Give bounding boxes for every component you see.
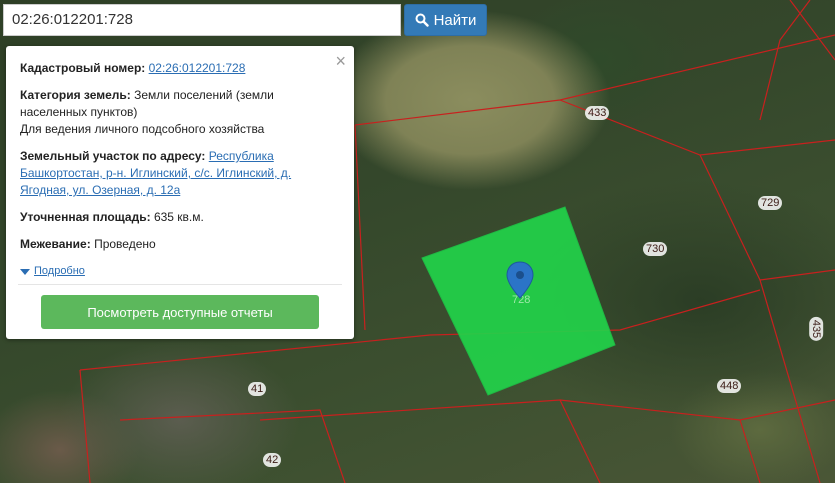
address-label: Земельный участок по адресу:	[20, 149, 206, 163]
cadastral-row: Кадастровый номер: 02:26:012201:728	[20, 60, 340, 77]
details-toggle[interactable]: Подробно	[20, 263, 340, 280]
close-icon[interactable]: ×	[335, 52, 346, 70]
parcel-label-41: 41	[248, 382, 267, 396]
area-row: Уточненная площадь: 635 кв.м.	[20, 209, 340, 226]
survey-value: Проведено	[94, 237, 156, 251]
search-input[interactable]: 02:26:012201:728	[3, 4, 401, 36]
address-row: Земельный участок по адресу: Республика …	[20, 148, 340, 199]
parcel-label-730: 730	[643, 242, 668, 256]
caret-down-icon	[20, 268, 30, 275]
search-button-label: Найти	[433, 11, 477, 29]
parcel-label-435: 435	[809, 316, 824, 342]
parcel-info-popup: × Кадастровый номер: 02:26:012201:728 Ка…	[6, 46, 354, 339]
search-icon	[415, 13, 429, 27]
selected-parcel-label: 728	[512, 294, 531, 306]
area-value: 635 кв.м.	[153, 210, 204, 224]
parcel-label-448: 448	[717, 379, 742, 393]
category-label: Категория земель:	[20, 88, 131, 102]
details-label: Подробно	[34, 265, 85, 277]
parcel-label-42: 42	[263, 453, 282, 467]
parcel-label-433: 433	[585, 106, 610, 120]
survey-label: Межевание:	[20, 237, 91, 251]
category-row: Категория земель: Земли поселений (земли…	[20, 87, 340, 138]
area-label: Уточненная площадь:	[20, 210, 151, 224]
cadastral-label: Кадастровый номер:	[20, 61, 146, 75]
cadastral-link[interactable]: 02:26:012201:728	[149, 61, 246, 75]
usage-value: Для ведения личного подсобного хозяйства	[20, 122, 265, 136]
view-reports-button[interactable]: Посмотреть доступные отчеты	[41, 295, 319, 329]
divider	[18, 284, 342, 285]
survey-row: Межевание: Проведено	[20, 236, 340, 253]
parcel-label-729: 729	[758, 196, 783, 210]
search-button[interactable]: Найти	[404, 4, 487, 36]
